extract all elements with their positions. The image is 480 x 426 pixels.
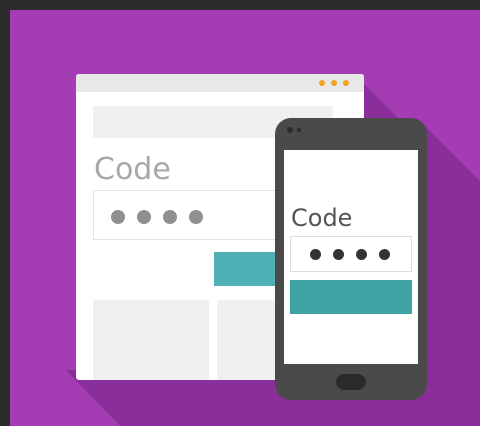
window-dot-icon (331, 80, 337, 86)
masked-digit-icon (356, 249, 367, 260)
window-dot-icon (319, 80, 325, 86)
smartphone: Code (275, 118, 427, 400)
phone-screen: Code (284, 150, 418, 364)
browser-code-field (93, 190, 293, 240)
browser-content-tile (217, 300, 283, 380)
phone-code-label: Code (291, 204, 353, 232)
masked-digit-icon (189, 210, 203, 224)
masked-digit-icon (333, 249, 344, 260)
image-frame: Code Code (0, 0, 480, 426)
masked-digit-icon (163, 210, 177, 224)
masked-digit-icon (310, 249, 321, 260)
browser-content-tile (93, 300, 209, 380)
masked-digit-icon (137, 210, 151, 224)
phone-submit-button (290, 280, 412, 314)
illustration-background: Code Code (10, 10, 480, 426)
browser-title-bar (76, 74, 364, 92)
home-button-icon (336, 374, 366, 390)
phone-code-field (290, 236, 412, 272)
camera-icon (287, 127, 293, 133)
masked-digit-icon (379, 249, 390, 260)
masked-digit-icon (111, 210, 125, 224)
window-dot-icon (343, 80, 349, 86)
sensor-icon (297, 128, 301, 132)
browser-code-label: Code (94, 152, 171, 187)
